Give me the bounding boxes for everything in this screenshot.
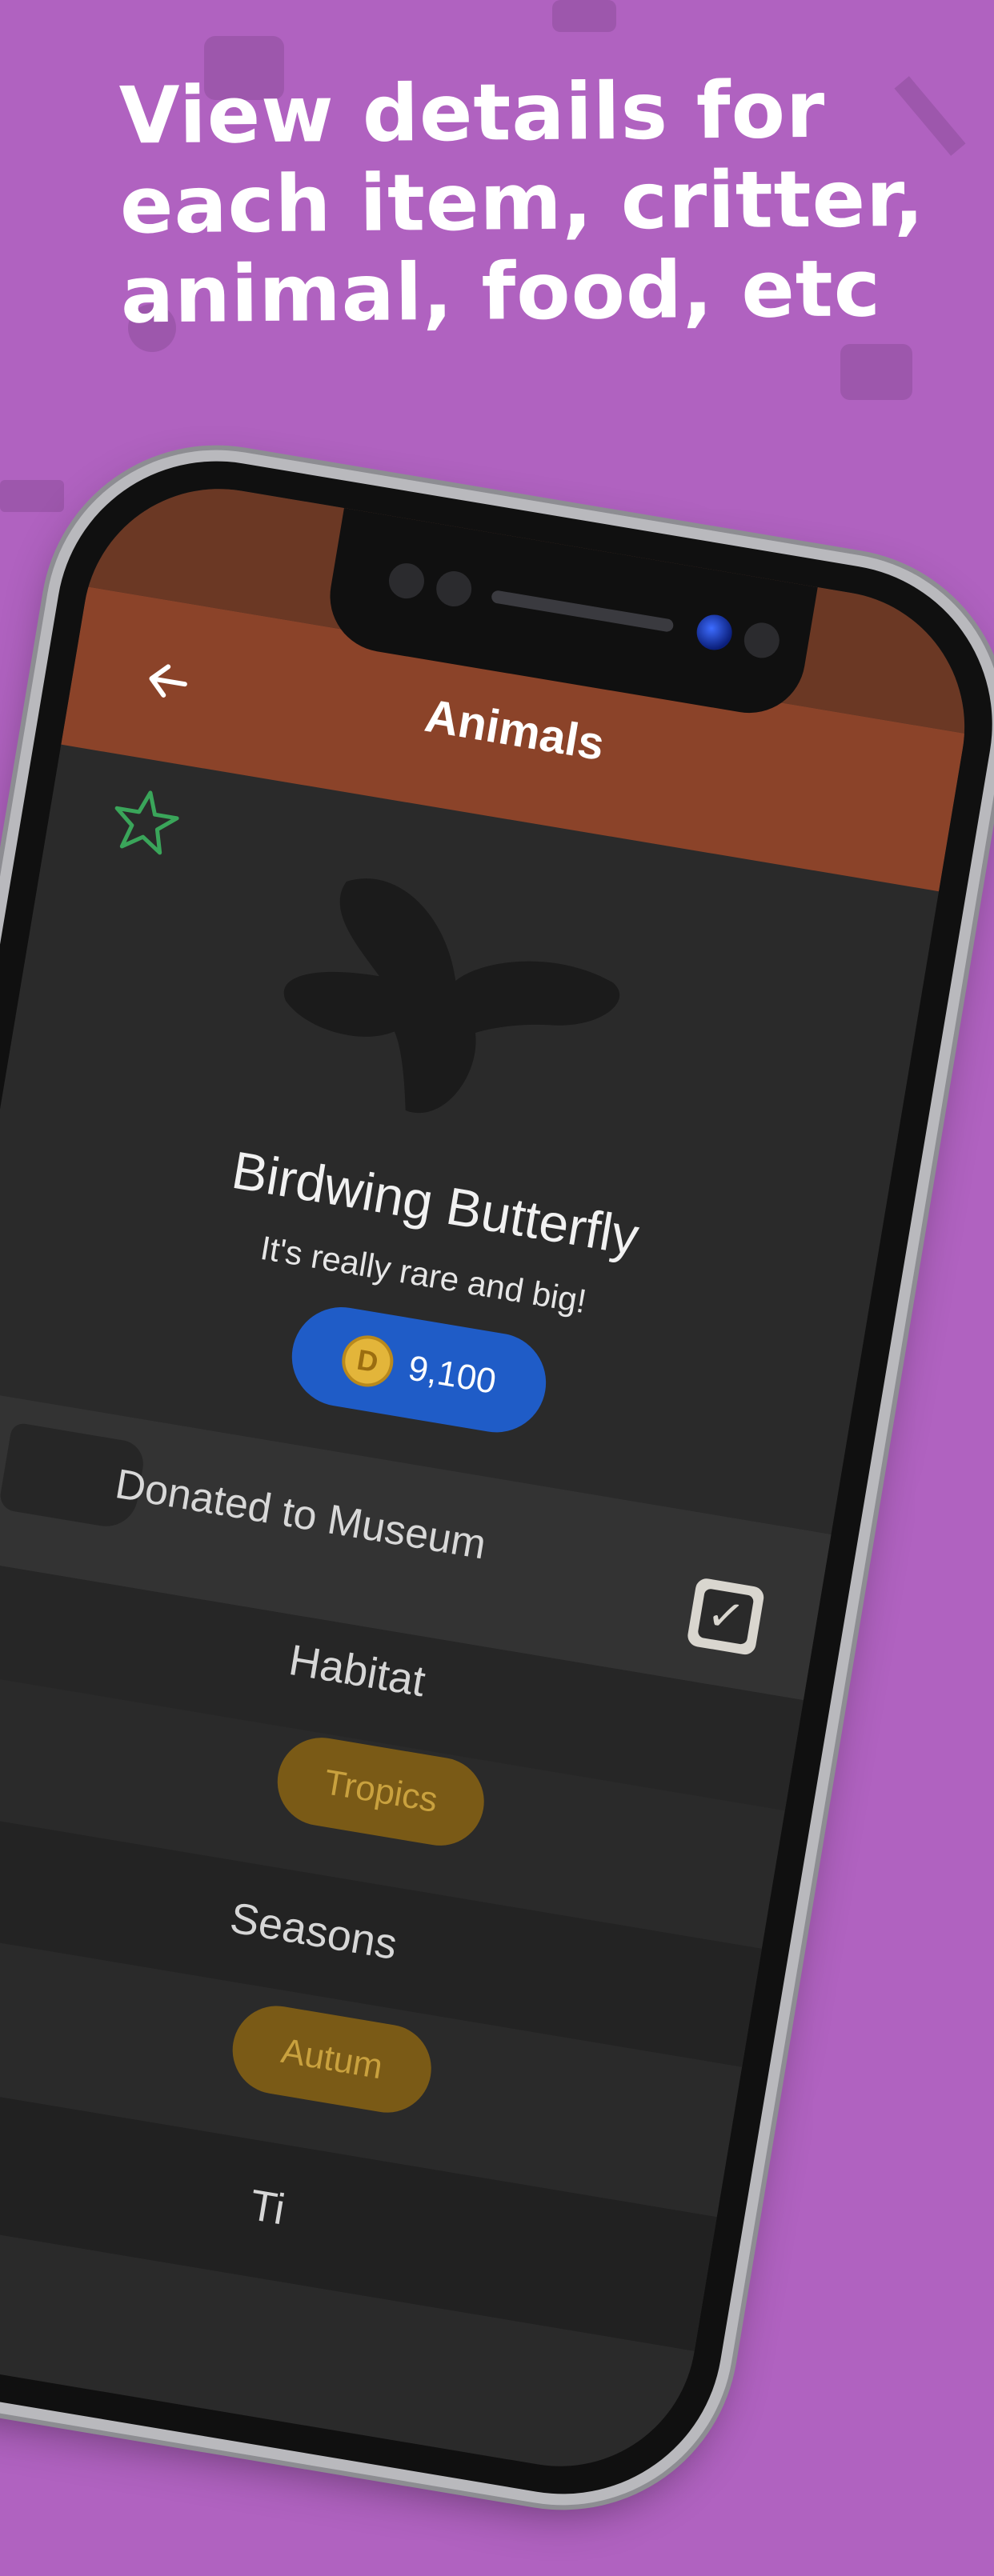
coin-icon: D — [338, 1331, 398, 1391]
sensor-dot — [386, 560, 427, 602]
promo-headline: View details for each item, critter, ani… — [118, 64, 954, 346]
sensor-dot — [741, 620, 783, 661]
museum-checkbox[interactable]: ✓ — [686, 1577, 766, 1657]
headline-line-1: View details for — [118, 64, 826, 162]
phone-frame: Animals Birdwing Butterfly It's really r… — [0, 437, 994, 2518]
phone-mockup: Animals Birdwing Butterfly It's really r… — [0, 416, 994, 2576]
star-outline-icon — [114, 790, 179, 855]
headline-line-2: each item, critter, — [119, 153, 925, 252]
season-chip[interactable]: Autum — [226, 1999, 439, 2119]
price-value: 9,100 — [405, 1348, 499, 1402]
sensor-dot — [433, 568, 475, 610]
museum-label: Donated to Museum — [111, 1461, 490, 1569]
front-camera — [694, 612, 735, 653]
price-badge: D 9,100 — [284, 1299, 554, 1440]
favorite-button[interactable] — [107, 782, 185, 860]
headline-line-3: animal, food, etc — [120, 243, 882, 342]
butterfly-silhouette — [283, 878, 619, 1114]
phone-screen: Animals Birdwing Butterfly It's really r… — [0, 468, 985, 2487]
earpiece-speaker — [491, 590, 675, 633]
checkmark-icon: ✓ — [697, 1587, 755, 1646]
